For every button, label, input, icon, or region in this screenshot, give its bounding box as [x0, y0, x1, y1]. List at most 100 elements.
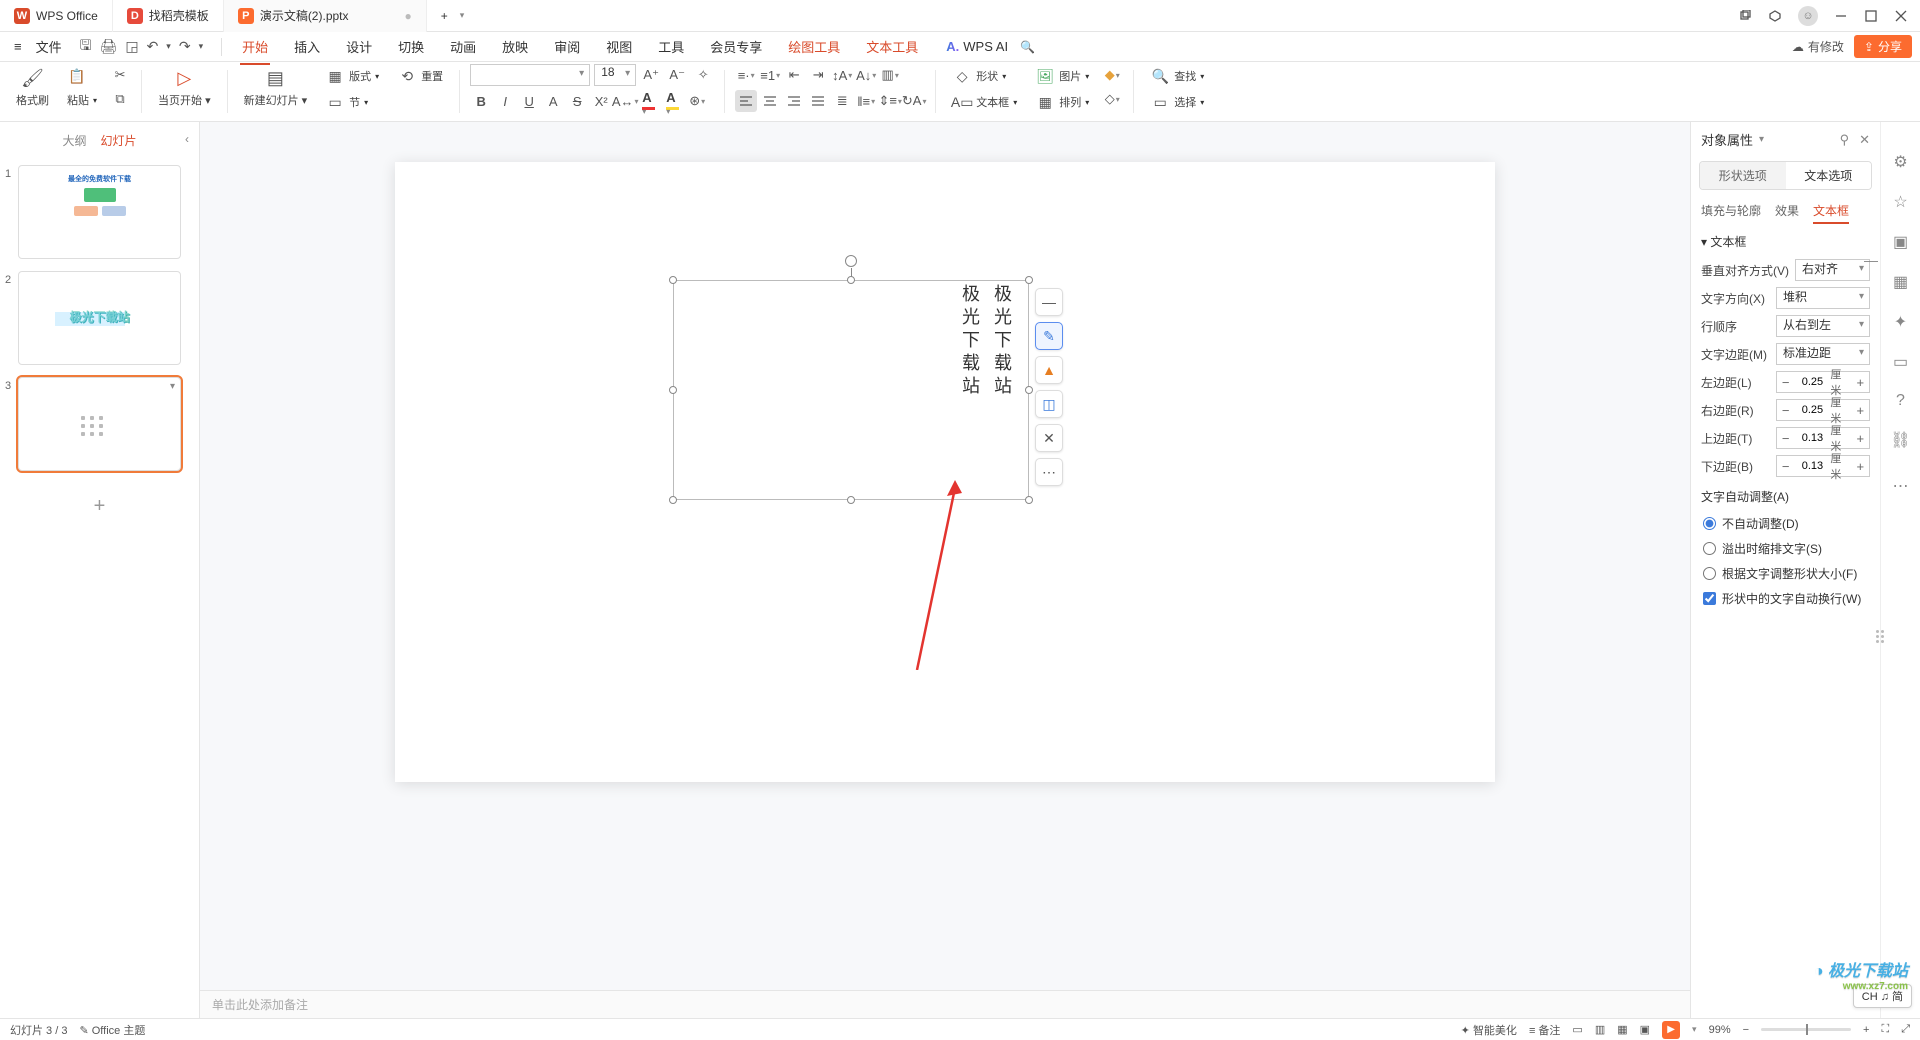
line-spacing-icon[interactable]: ‖≡ [855, 90, 877, 112]
decrease-button[interactable]: − [1777, 400, 1794, 420]
chevron-down-icon[interactable]: ▾ [460, 10, 465, 21]
minimize-button[interactable] [1834, 9, 1848, 23]
direction-select[interactable]: 堆积 [1776, 287, 1870, 309]
float-tool-line[interactable]: — [1035, 288, 1063, 316]
tab-tools[interactable]: 工具 [646, 33, 696, 60]
cut-icon[interactable]: ✂ [109, 64, 131, 86]
autofit-none-radio[interactable] [1703, 517, 1716, 530]
slideshow-button[interactable]: ▶ [1662, 1021, 1680, 1039]
reset-button[interactable]: ⟲重置 [391, 64, 449, 88]
beautify-button[interactable]: ✦ 智能美化 [1461, 1022, 1517, 1038]
zoom-out-button[interactable]: − [1743, 1024, 1749, 1036]
decrease-button[interactable]: − [1777, 456, 1794, 476]
underline-icon[interactable]: U [518, 90, 540, 112]
link-tool-icon[interactable]: ⛓ [1890, 430, 1910, 450]
numbering-icon[interactable]: ≡1 [759, 64, 781, 86]
app-tab-template[interactable]: D 找稻壳模板 [113, 0, 224, 32]
tab-text-tools[interactable]: 文本工具 [854, 33, 930, 60]
chevron-down-icon[interactable]: ▾ [1759, 134, 1764, 145]
resize-dots-handle[interactable] [1876, 630, 1884, 643]
collapse-panel-icon[interactable]: ‹ [185, 132, 189, 146]
resize-handle[interactable] [669, 496, 677, 504]
section-button[interactable]: ▭节▾ [319, 90, 385, 114]
wps-ai-button[interactable]: A.WPS AI [946, 39, 1008, 54]
float-tool-pen[interactable]: ✎ [1035, 322, 1063, 350]
float-tool-fill[interactable]: ▲ [1035, 356, 1063, 384]
user-avatar[interactable]: ☺ [1798, 6, 1818, 26]
subtab-fill[interactable]: 填充与轮廓 [1701, 202, 1761, 219]
view-normal-icon[interactable]: ▥ [1595, 1023, 1605, 1036]
resize-handle[interactable] [847, 276, 855, 284]
slides-tab[interactable]: 幻灯片 [101, 132, 137, 149]
tab-review[interactable]: 审阅 [542, 33, 592, 60]
slide-thumb-2[interactable]: 2 极光下载站 [18, 271, 181, 365]
font-color-icon[interactable] [638, 90, 660, 112]
file-menu[interactable]: 文件 [30, 34, 68, 59]
tab-transition[interactable]: 切换 [386, 33, 436, 60]
order-select[interactable]: 从右到左 [1776, 315, 1870, 337]
new-tab-button[interactable]: + ▾ [427, 0, 479, 32]
copy-window-icon[interactable] [1738, 9, 1752, 23]
top-margin-input[interactable] [1794, 432, 1830, 444]
redo-dropdown[interactable]: ▾ [199, 35, 204, 59]
selected-textbox[interactable]: 极光下载站极光下载站 [673, 280, 1029, 500]
zoom-slider[interactable] [1761, 1028, 1851, 1031]
notes-area[interactable]: 单击此处添加备注 [200, 990, 1690, 1018]
resize-handle[interactable] [847, 496, 855, 504]
theme-indicator[interactable]: ✎ Office 主题 [79, 1022, 145, 1038]
tab-slideshow[interactable]: 放映 [490, 33, 540, 60]
add-slide-button[interactable]: + [85, 491, 115, 521]
slide-thumb-1[interactable]: 1 最全的免费软件下载 [18, 165, 181, 259]
copy-icon[interactable]: ⧉ [109, 88, 131, 110]
seg-text-option[interactable]: 文本选项 [1786, 162, 1872, 189]
zoom-in-button[interactable]: + [1863, 1024, 1869, 1036]
letter-spacing-icon[interactable]: A↔ [614, 90, 636, 112]
maximize-button[interactable] [1864, 9, 1878, 23]
decrease-button[interactable]: − [1777, 372, 1794, 392]
share-button[interactable]: ⇪分享 [1854, 35, 1912, 58]
valign-select[interactable]: 右对齐 [1795, 259, 1870, 281]
view-reading-icon[interactable]: ▣ [1640, 1023, 1650, 1036]
align-center-icon[interactable] [759, 90, 781, 112]
textbox-button[interactable]: A▭文本框▾ [946, 90, 1023, 114]
rotate-handle[interactable] [845, 255, 857, 267]
new-slide-button[interactable]: ▤新建幻灯片 ▾ [238, 64, 314, 119]
more-tool-icon[interactable]: ⋯ [1893, 476, 1909, 496]
float-tool-more[interactable]: ⋯ [1035, 458, 1063, 486]
outline-tab[interactable]: 大纲 [62, 132, 86, 149]
save-icon[interactable]: 🖫 [80, 35, 92, 59]
rotate-text-icon[interactable]: ↻A [903, 90, 925, 112]
autofit-shrink-radio[interactable] [1703, 542, 1716, 555]
picture-button[interactable]: 🖼图片▾ [1029, 64, 1095, 88]
hamburger-icon[interactable]: ≡ [8, 36, 28, 57]
format-painter-button[interactable]: 🖌格式刷 [10, 64, 55, 119]
app-tab-wps[interactable]: W WPS Office [0, 0, 113, 32]
print-icon[interactable]: 🖨 [100, 35, 118, 59]
resize-handle[interactable] [1025, 276, 1033, 284]
slideshow-dropdown[interactable]: ▾ [1692, 1024, 1697, 1035]
vertical-align-icon[interactable]: ⇕≡ [879, 90, 901, 112]
cube-icon[interactable] [1768, 9, 1782, 23]
bottom-margin-stepper[interactable]: −厘米+ [1776, 455, 1870, 477]
tab-view[interactable]: 视图 [594, 33, 644, 60]
font-size-select[interactable]: 18 [594, 64, 636, 86]
redo-icon[interactable]: ↷ [179, 35, 191, 59]
clear-format-icon[interactable]: ✧ [692, 64, 714, 86]
columns-icon[interactable]: ▥ [879, 64, 901, 86]
font-name-select[interactable] [470, 64, 590, 86]
help-tool-icon[interactable]: ? [1896, 392, 1905, 410]
book-tool-icon[interactable]: ▭ [1893, 352, 1908, 372]
autofit-resize-radio[interactable] [1703, 567, 1716, 580]
undo-dropdown[interactable]: ▾ [166, 35, 171, 59]
tab-animation[interactable]: 动画 [438, 33, 488, 60]
align-left-icon[interactable] [735, 90, 757, 112]
arrange-button[interactable]: ▦排列▾ [1029, 90, 1095, 114]
shape-button[interactable]: ◇形状▾ [946, 64, 1023, 88]
highlight-color-icon[interactable] [662, 90, 684, 112]
left-margin-stepper[interactable]: −厘米+ [1776, 371, 1870, 393]
resize-handle[interactable] [1025, 386, 1033, 394]
close-button[interactable] [1894, 9, 1908, 23]
shape-outline-icon[interactable]: ◇ [1101, 88, 1123, 110]
right-margin-stepper[interactable]: −厘米+ [1776, 399, 1870, 421]
resize-handle[interactable] [669, 386, 677, 394]
